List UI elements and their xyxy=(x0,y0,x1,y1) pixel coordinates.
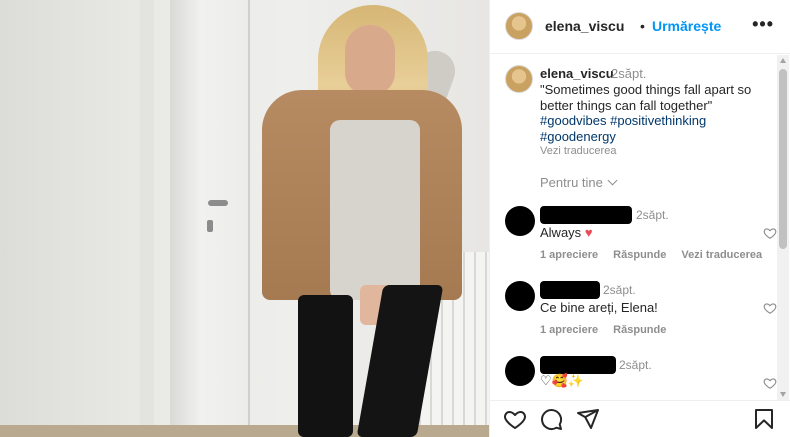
scroll-up-icon[interactable] xyxy=(780,58,786,63)
door xyxy=(170,0,250,437)
comment-time[interactable]: 2săpt. xyxy=(619,358,652,372)
likes-count[interactable]: 1 apreciere xyxy=(540,249,598,261)
comments-scrollbar[interactable] xyxy=(777,55,789,400)
commenter-avatar[interactable] xyxy=(505,206,535,236)
post-side-panel: elena_viscu • Urmărește ••• elena_viscu … xyxy=(489,0,790,437)
likes-count[interactable]: 1 apreciere xyxy=(540,324,598,336)
for-you-dropdown[interactable]: Pentru tine xyxy=(540,175,618,190)
person-hoodie xyxy=(330,120,420,300)
hashtag-line-2[interactable]: #goodenergy xyxy=(540,129,616,144)
red-heart-emoji: ♥ xyxy=(584,225,593,240)
comment-text: ♡🥰✨ xyxy=(540,373,585,388)
comment-text: Always ♥ xyxy=(540,225,593,240)
person-boot-left xyxy=(298,295,353,437)
caption-username[interactable]: elena_viscu xyxy=(540,66,614,81)
comment-time[interactable]: 2săpt. xyxy=(603,283,636,297)
heart-outline-icon[interactable] xyxy=(763,376,777,390)
commenter-avatar[interactable] xyxy=(505,356,535,386)
more-options-icon[interactable]: ••• xyxy=(752,14,774,35)
follow-button[interactable]: Urmărește xyxy=(652,18,721,34)
comments-list[interactable]: elena_viscu 2săpt. "Sometimes good thing… xyxy=(490,55,777,400)
door-handle xyxy=(208,200,228,206)
heart-outline-icon[interactable] xyxy=(763,226,777,240)
reply-button[interactable]: Răspunde xyxy=(613,249,666,261)
comment-actions: 1 apreciere Răspunde Vezi traducerea xyxy=(540,249,774,261)
comment-icon[interactable] xyxy=(539,407,563,431)
redacted-username xyxy=(540,206,632,224)
comment-text: Ce bine areți, Elena! xyxy=(540,300,658,315)
comment-item: 2săpt. Always ♥ 1 apreciere Răspunde Vez… xyxy=(490,203,777,273)
send-icon[interactable] xyxy=(576,407,600,431)
heart-icon[interactable] xyxy=(503,407,527,431)
door-lock xyxy=(207,220,213,232)
bookmark-icon[interactable] xyxy=(752,407,776,431)
for-you-label: Pentru tine xyxy=(540,175,603,190)
action-bar xyxy=(490,400,790,437)
comment-time[interactable]: 2săpt. xyxy=(636,208,669,222)
reply-button[interactable]: Răspunde xyxy=(613,324,666,336)
caption-time[interactable]: 2săpt. xyxy=(611,66,646,81)
scrollbar-thumb[interactable] xyxy=(779,69,787,249)
hashtag-line-1[interactable]: #goodvibes #positivethinking xyxy=(540,113,706,128)
author-username[interactable]: elena_viscu xyxy=(545,18,624,34)
commenter-avatar[interactable] xyxy=(505,281,535,311)
heart-outline-icon[interactable] xyxy=(763,301,777,315)
caption-translate-link[interactable]: Vezi traducerea xyxy=(540,145,616,157)
redacted-username xyxy=(540,356,616,374)
author-avatar[interactable] xyxy=(505,12,533,40)
caption-text: "Sometimes good things fall apart so bet… xyxy=(540,82,752,113)
comment-item: 2săpt. Ce bine areți, Elena! 1 apreciere… xyxy=(490,278,777,348)
door-frame xyxy=(140,0,154,437)
separator-dot: • xyxy=(640,18,645,34)
comment-actions: 1 apreciere Răspunde xyxy=(540,324,678,336)
post-header: elena_viscu • Urmărește ••• xyxy=(490,0,790,54)
comment-item: 2săpt. ♡🥰✨ xyxy=(490,353,777,400)
scroll-down-icon[interactable] xyxy=(780,392,786,397)
chevron-down-icon xyxy=(607,175,618,186)
redacted-username xyxy=(540,281,600,299)
translate-link[interactable]: Vezi traducerea xyxy=(681,249,762,261)
post-photo[interactable] xyxy=(0,0,489,437)
caption-avatar[interactable] xyxy=(505,65,533,93)
person-face xyxy=(345,25,395,95)
